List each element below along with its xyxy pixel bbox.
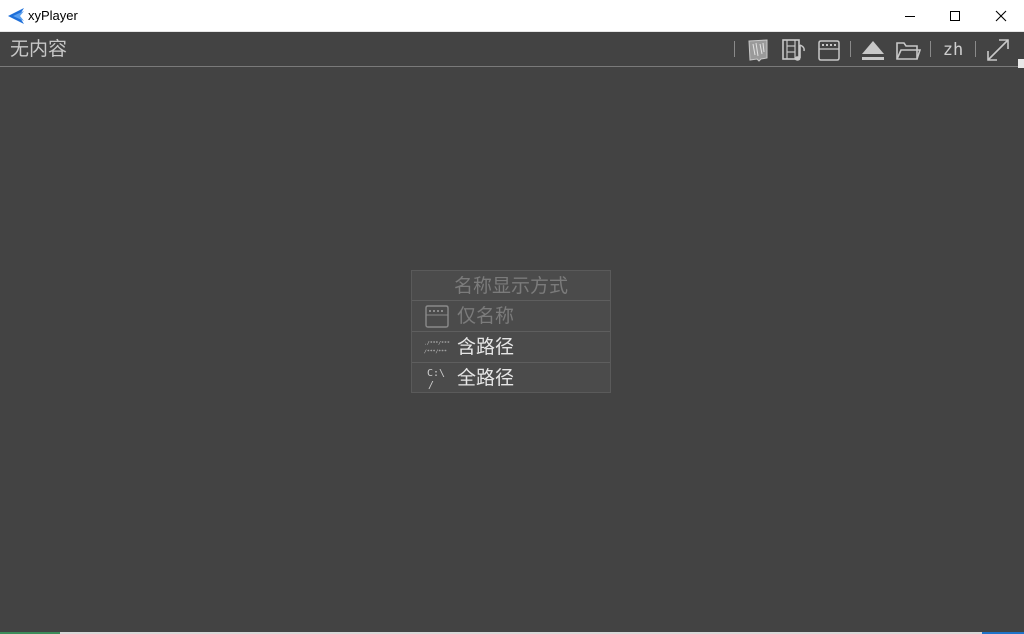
- eject-icon: [862, 41, 884, 60]
- menu-item-label: 仅名称: [457, 305, 515, 327]
- minimize-icon: [905, 16, 915, 17]
- menu-item-name-only[interactable]: 仅名称: [412, 301, 610, 332]
- folder-file-button[interactable]: [816, 36, 842, 64]
- blue-arrow-logo-icon: [8, 8, 24, 24]
- file-icon: [425, 305, 449, 328]
- fullscreen-icon: [987, 39, 1009, 61]
- menu-item-label: 全路径: [457, 367, 515, 389]
- cover-image-button[interactable]: [746, 36, 770, 64]
- toolbar-separator: [975, 41, 976, 57]
- minimize-button[interactable]: [887, 0, 933, 32]
- maximize-icon: [950, 11, 960, 21]
- status-text: 无内容: [10, 38, 68, 60]
- menu-item-full-path[interactable]: C:\ / 全路径: [412, 363, 610, 394]
- toolbar-separator: [850, 41, 851, 57]
- relative-path-icon: ./***/*** /***/***: [424, 340, 450, 355]
- close-icon: [995, 10, 1007, 22]
- open-folder-button[interactable]: [895, 36, 921, 64]
- toolbar-separator: [930, 41, 931, 57]
- close-button[interactable]: [978, 0, 1024, 32]
- title-bar: xyPlayer: [0, 0, 1024, 32]
- window-title: xyPlayer: [28, 8, 78, 23]
- fullscreen-button[interactable]: [984, 36, 1012, 64]
- drive-path-icon: C:\ /: [427, 368, 445, 390]
- toolbar-separator: [734, 41, 735, 57]
- name-display-menu: 名称显示方式 仅名称 ./***/*** /***/*** 含路径 C:\ /: [411, 270, 611, 393]
- film-music-icon: [782, 39, 805, 61]
- language-label: zh: [942, 40, 964, 60]
- cover-image-icon: [748, 39, 768, 62]
- menu-item-with-path[interactable]: ./***/*** /***/*** 含路径: [412, 332, 610, 363]
- open-folder-icon: [896, 42, 921, 60]
- player-area[interactable]: 无内容 zh 名称显示方式 仅名称 ./***/*** /***/*** 含路径…: [0, 32, 1024, 632]
- scrollbar-stub: [1018, 59, 1024, 68]
- language-button[interactable]: zh: [940, 36, 966, 64]
- eject-button[interactable]: [860, 36, 886, 64]
- menu-item-label: 含路径: [457, 336, 515, 358]
- folder-file-icon: [818, 40, 840, 61]
- menu-header: 名称显示方式: [412, 271, 610, 301]
- film-music-button[interactable]: [780, 36, 808, 64]
- icon-text-top: ./***/***: [424, 340, 450, 346]
- icon-text-top: C:\: [427, 368, 445, 379]
- icon-text-bottom: /***/***: [424, 349, 447, 355]
- maximize-button[interactable]: [932, 0, 978, 32]
- icon-text-bottom: /: [428, 380, 434, 390]
- top-toolbar: 无内容 zh: [0, 32, 1024, 68]
